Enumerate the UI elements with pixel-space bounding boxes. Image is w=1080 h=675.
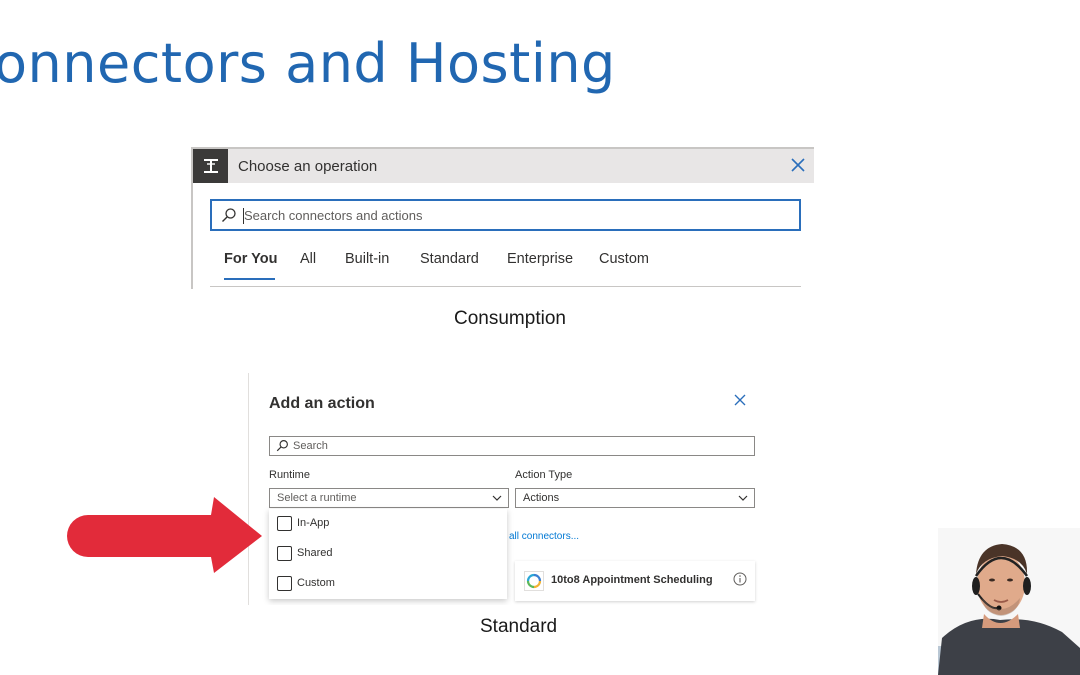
info-icon[interactable] xyxy=(733,572,747,586)
runtime-option-shared[interactable]: Shared xyxy=(277,544,332,562)
runtime-select-placeholder: Select a runtime xyxy=(277,492,357,504)
runtime-dropdown-menu: In-App Shared Custom xyxy=(269,509,507,599)
choose-operation-panel: Choose an operation For You All Built-in… xyxy=(191,147,814,289)
checkbox[interactable] xyxy=(277,515,292,531)
search-input[interactable] xyxy=(293,437,743,455)
search-box[interactable] xyxy=(210,199,801,231)
active-tab-indicator xyxy=(224,278,275,280)
connector-card[interactable]: 10to8 Appointment Scheduling xyxy=(515,561,755,601)
panel-header: Choose an operation xyxy=(193,147,814,183)
search-icon xyxy=(276,439,289,457)
search-input[interactable] xyxy=(244,201,784,229)
red-arrow-right-icon xyxy=(66,497,266,582)
runtime-label: Runtime xyxy=(269,469,310,481)
panel-title: Choose an operation xyxy=(238,158,378,175)
tab-enterprise[interactable]: Enterprise xyxy=(507,251,573,267)
option-label: In-App xyxy=(297,517,330,529)
consumption-caption: Consumption xyxy=(454,308,566,329)
tab-built-in[interactable]: Built-in xyxy=(345,251,389,267)
search-box[interactable] xyxy=(269,436,755,456)
slide-title: onnectors and Hosting xyxy=(0,32,616,95)
divider xyxy=(210,286,801,287)
connector-name: 10to8 Appointment Scheduling xyxy=(551,574,713,586)
runtime-option-custom[interactable]: Custom xyxy=(277,574,335,592)
presenter-webcam xyxy=(938,528,1080,675)
operation-icon xyxy=(193,149,228,183)
runtime-select[interactable]: Select a runtime xyxy=(269,488,509,508)
chevron-down-icon xyxy=(737,492,749,507)
standard-caption: Standard xyxy=(480,616,558,637)
tab-for-you[interactable]: For You xyxy=(224,251,277,267)
checkbox[interactable] xyxy=(277,545,292,561)
tab-standard[interactable]: Standard xyxy=(420,251,479,267)
panel-title: Add an action xyxy=(269,395,375,412)
close-icon[interactable] xyxy=(788,155,808,175)
browse-connectors-link[interactable]: all connectors... xyxy=(509,531,579,542)
action-type-select[interactable]: Actions xyxy=(515,488,755,508)
option-label: Shared xyxy=(297,547,333,559)
action-type-value: Actions xyxy=(523,492,560,504)
chevron-down-icon xyxy=(491,492,503,507)
option-label: Custom xyxy=(297,577,335,589)
action-type-label: Action Type xyxy=(515,469,573,481)
tab-custom[interactable]: Custom xyxy=(599,251,649,267)
checkbox[interactable] xyxy=(277,575,292,591)
runtime-option-in-app[interactable]: In-App xyxy=(277,514,329,532)
tab-all[interactable]: All xyxy=(300,251,316,267)
connector-logo-icon xyxy=(524,571,544,591)
search-icon xyxy=(221,207,237,228)
presenter-avatar xyxy=(938,528,1080,675)
close-icon[interactable] xyxy=(733,393,749,409)
add-action-panel: Add an action Runtime Action Type Select… xyxy=(248,373,768,605)
